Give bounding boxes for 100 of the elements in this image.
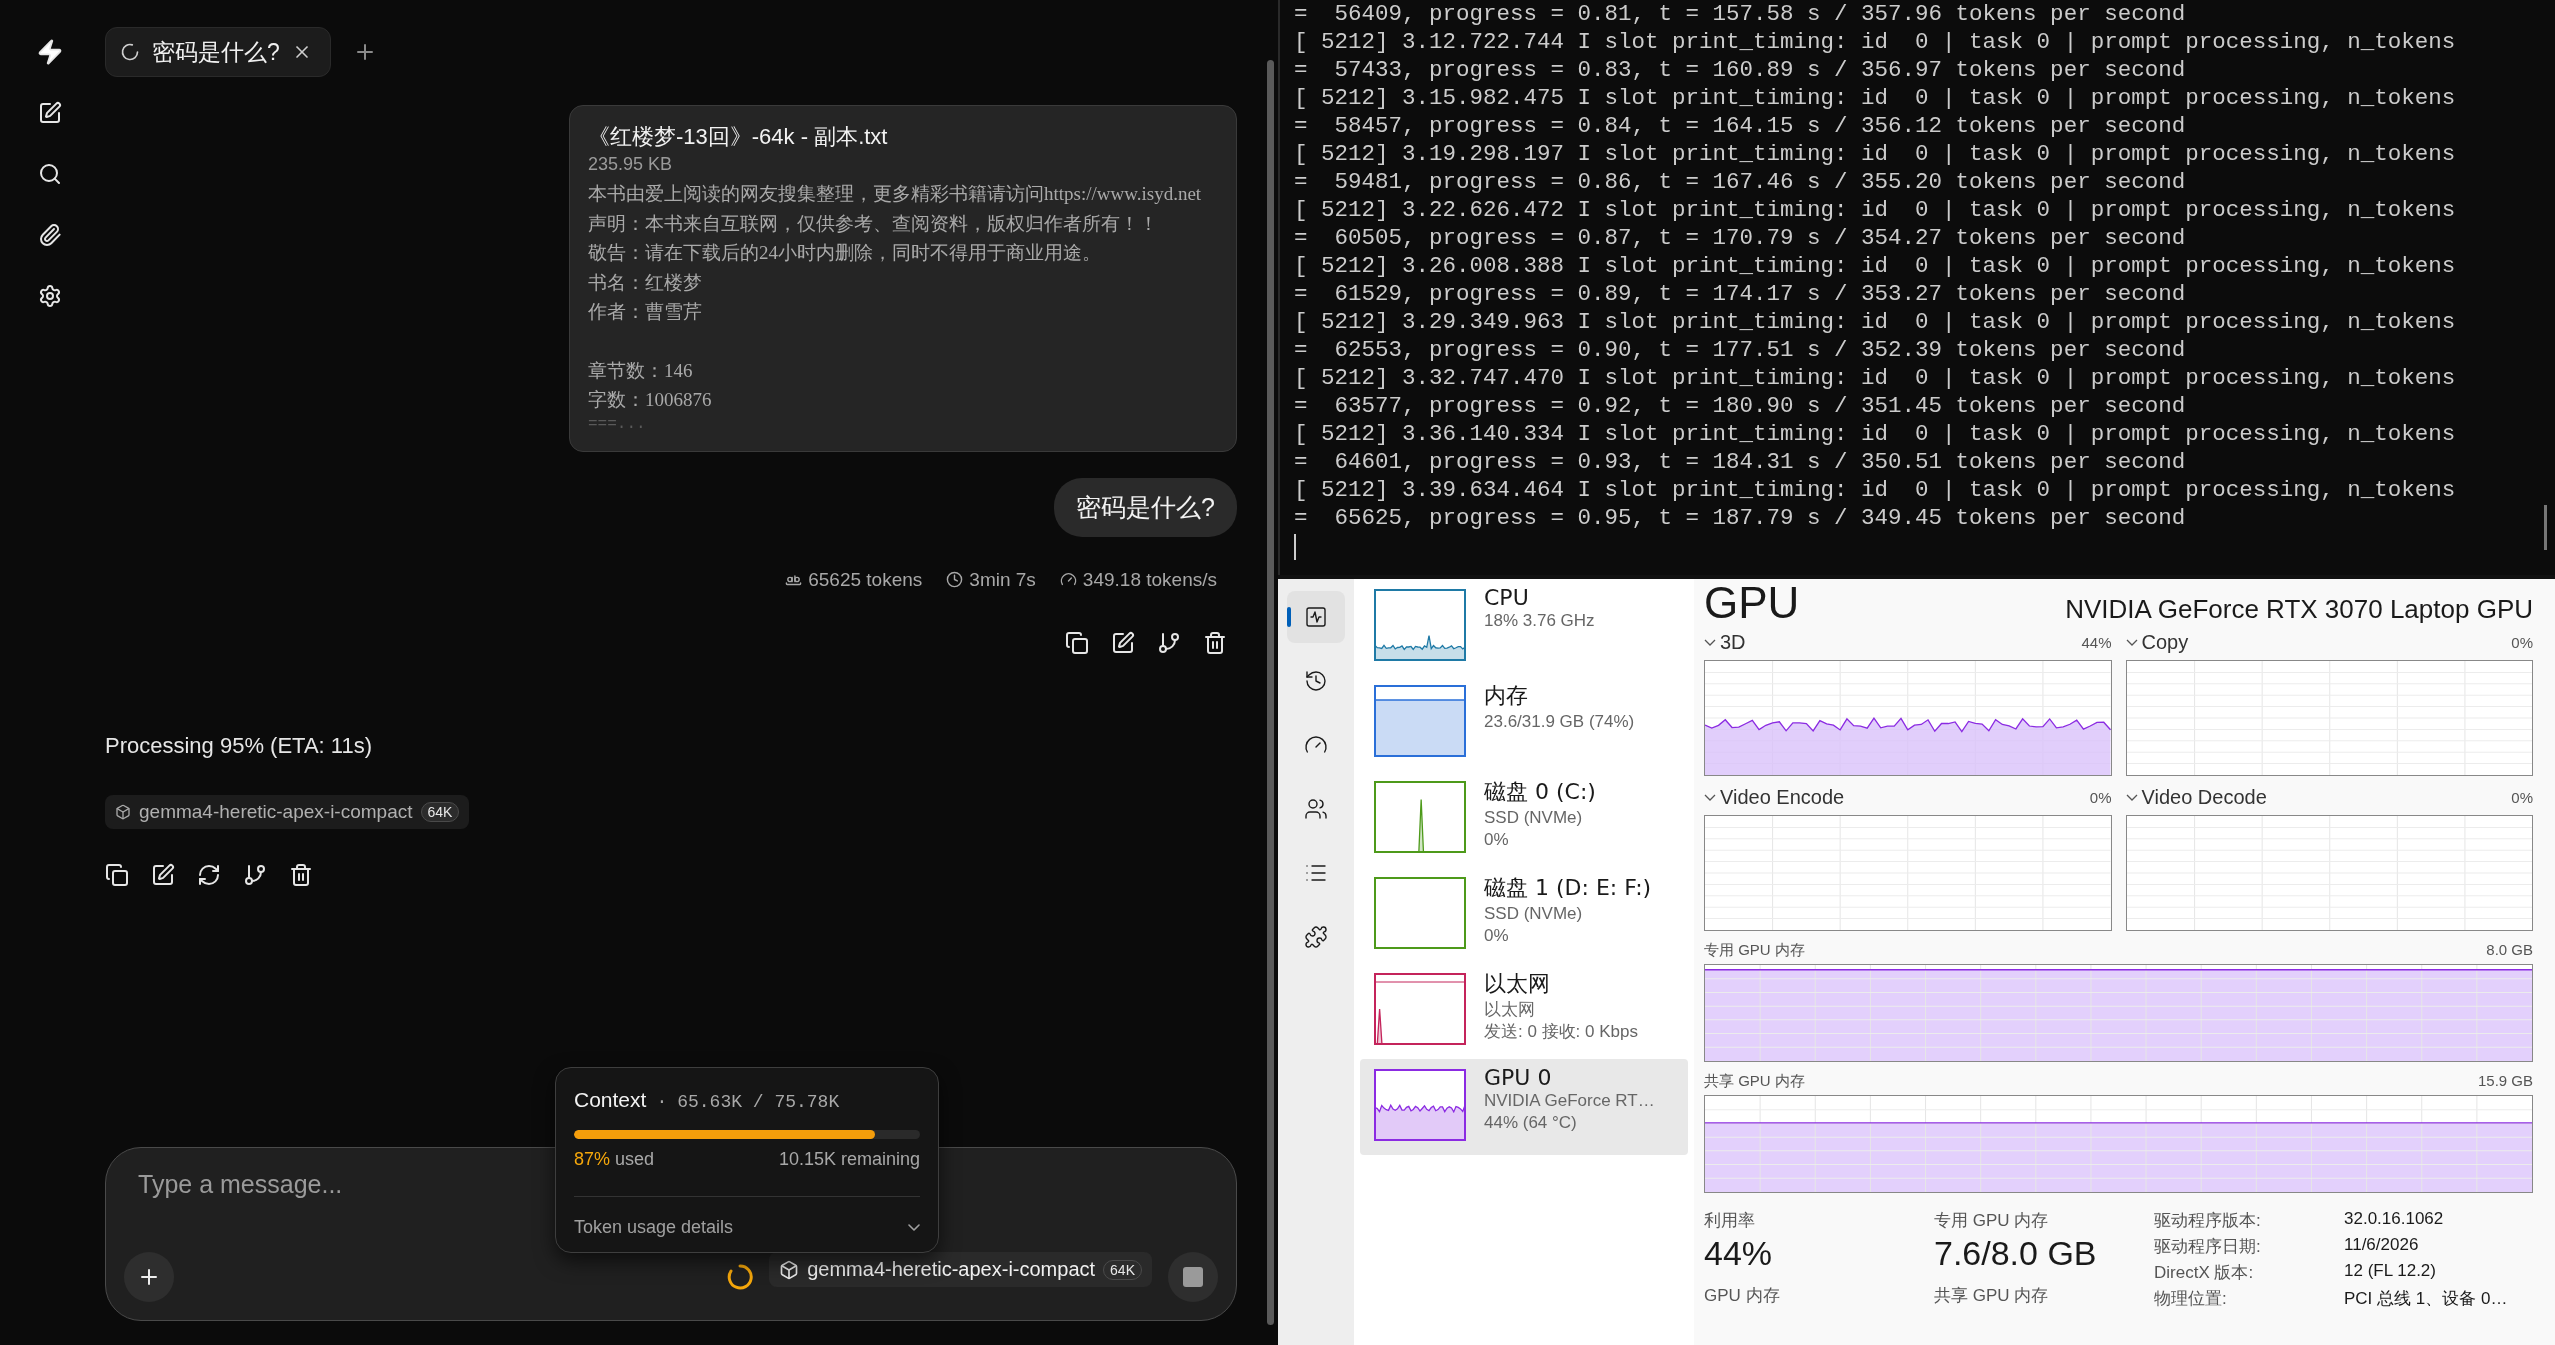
context-separator: · — [656, 1092, 668, 1112]
file-preview-line: 声明：本书来自互联网，仅供参考、查阅资料，版权归作者所有！！ — [588, 211, 1159, 236]
file-preview-line: 本书由爱上阅读的网友搜集整理，更多精彩书籍请访问https://www.isyd.net — [588, 182, 1203, 206]
chevron-down-icon — [1704, 794, 1716, 801]
delete-icon[interactable] — [289, 862, 313, 887]
terminal-line: [ 5212] 3.15.982.475 I slot print_timing: id 0 | task 0 | prompt processing, n_tokens — [1294, 84, 2456, 112]
stat-text: 65625 tokens — [808, 568, 923, 591]
file-name: 《红楼梦-13回》-64k - 副本.txt — [588, 123, 889, 151]
memory-max: 8.0 GB — [2486, 941, 2533, 960]
stat-text: 3min 7s — [969, 568, 1036, 591]
spinner-icon — [120, 42, 140, 62]
stop-button[interactable] — [1168, 1252, 1218, 1302]
device-name: 以太网 — [1484, 970, 1551, 998]
stat-label: 专用 GPU 内存 — [1934, 1210, 2050, 1232]
cube-icon — [115, 803, 131, 820]
cube-icon — [779, 1259, 800, 1280]
detail-title: GPU — [1704, 579, 1800, 627]
device-name: 磁盘 1 (D: E: F:) — [1484, 874, 1652, 902]
device-name: GPU 0 — [1484, 1065, 1553, 1090]
context-used: 87% used — [574, 1149, 655, 1170]
device-item[interactable]: GPU 0 NVIDIA GeForce RT… 44% (64 °C) — [1360, 1059, 1688, 1155]
nav-button[interactable] — [1287, 591, 1345, 643]
context-badge: 64K — [1103, 1259, 1142, 1280]
chevron-down-icon — [2125, 639, 2138, 646]
memory-label: 共享 GPU 内存 — [1704, 1072, 1805, 1091]
stat-label: 共享 GPU 内存 — [1934, 1285, 2050, 1307]
info-value: 12 (FL 12.2) — [2344, 1261, 2437, 1282]
chevron-down-icon — [908, 1224, 920, 1231]
context-remaining: 10.15K remaining — [778, 1149, 920, 1170]
info-value: 11/6/2026 — [2344, 1235, 2420, 1256]
edit-icon[interactable] — [1111, 630, 1135, 655]
device-detail: 发送: 0 接收: 0 Kbps — [1484, 1021, 1638, 1043]
stat-value: 7.6/8.0 GB — [1934, 1233, 2098, 1274]
device-detail: 以太网 — [1484, 999, 1536, 1021]
terminal-line: [ 5212] 3.36.140.334 I slot print_timing: id 0 | task 0 | prompt processing, n_tokens — [1294, 420, 2456, 448]
file-preview-line: 作者：曹雪芹 — [588, 300, 703, 324]
engine-selector[interactable]: Video Encode — [1704, 786, 1845, 809]
memory-max: 15.9 GB — [2477, 1072, 2533, 1091]
device-detail: NVIDIA GeForce RT… — [1484, 1090, 1655, 1112]
info-label: 物理位置: — [2154, 1288, 2228, 1310]
performance-icon — [1304, 605, 1328, 629]
model-name: gemma4-heretic-apex-i-compact — [139, 800, 413, 823]
info-label: 驱动程序日期: — [2154, 1236, 2262, 1258]
device-detail: 0% — [1484, 829, 1510, 851]
copy-icon[interactable] — [1065, 630, 1089, 655]
model-chip[interactable]: gemma4-heretic-apex-i-compact 64K — [769, 1252, 1152, 1287]
message-input[interactable]: Type a message... — [124, 1170, 1218, 1199]
attach-button[interactable] — [124, 1252, 174, 1302]
info-label: DirectX 版本: — [2154, 1262, 2255, 1284]
file-size: 235.95 KB — [588, 154, 674, 175]
device-detail: 23.6/31.9 GB (74%) — [1484, 711, 1635, 733]
clock-icon — [946, 571, 964, 588]
device-detail: 44% (64 °C) — [1484, 1112, 1578, 1134]
logo-icon[interactable] — [36, 38, 64, 66]
file-preview-more: ===... — [588, 414, 647, 433]
model-chip[interactable]: gemma4-heretic-apex-i-compact 64K — [105, 794, 470, 829]
terminal-line: [ 5212] 3.29.349.963 I slot print_timing: id 0 | task 0 | prompt processing, n_tokens — [1294, 308, 2456, 336]
regenerate-icon[interactable] — [197, 862, 221, 887]
terminal-line: = 57433, progress = 0.83, t = 160.89 s / 356.97 tokens per second — [1294, 56, 2186, 84]
gauge-icon — [1059, 571, 1077, 588]
terminal-line: [ 5212] 3.32.747.470 I slot print_timing: id 0 | task 0 | prompt processing, n_tokens — [1294, 364, 2456, 392]
terminal-line: = 61529, progress = 0.89, t = 174.17 s / 353.27 tokens per second — [1294, 280, 2186, 308]
info-value: 32.0.16.1062 — [2344, 1209, 2445, 1230]
terminal-line: [ 5212] 3.26.008.388 I slot print_timing: id 0 | task 0 | prompt processing, n_tokens — [1294, 252, 2456, 280]
file-preview-line: 书名：红楼梦 — [588, 270, 703, 295]
user-message: 密码是什么? — [1054, 477, 1237, 537]
delete-icon[interactable] — [1203, 630, 1227, 655]
terminal-line: = 60505, progress = 0.87, t = 170.79 s / 354.27 tokens per second — [1294, 224, 2186, 252]
token-details-toggle[interactable]: Token usage details — [574, 1217, 920, 1238]
terminal-line: = 64601, progress = 0.93, t = 184.31 s / 350.51 tokens per second — [1294, 448, 2186, 476]
branch-icon[interactable] — [1157, 630, 1181, 655]
device-detail: SSD (NVMe) — [1484, 903, 1584, 925]
device-detail: SSD (NVMe) — [1484, 807, 1584, 829]
scrollbar[interactable] — [1266, 60, 1274, 1325]
chat-tab[interactable]: 密码是什么? — [105, 27, 331, 77]
history-icon — [1304, 669, 1328, 693]
context-badge: 64K — [420, 801, 460, 822]
copy-icon[interactable] — [105, 862, 129, 887]
file-preview-line: 章节数：146 — [588, 358, 694, 383]
stat-text: 349.18 tokens/s — [1082, 568, 1217, 591]
device-name: 磁盘 0 (C:) — [1484, 778, 1596, 806]
engine-selector[interactable]: Copy — [2125, 631, 2189, 654]
info-label: 驱动程序版本: — [2154, 1210, 2262, 1232]
terminal-line: [ 5212] 3.19.298.197 I slot print_timing: id 0 | task 0 | prompt processing, n_tokens — [1294, 140, 2456, 168]
info-value: PCI 总线 1、设备 0… — [2344, 1288, 2509, 1310]
branch-icon[interactable] — [243, 862, 267, 887]
file-preview-line: 敬告：请在下载后的24小时内删除，同时不得用于商业用途。 — [588, 241, 1102, 265]
terminal-line: = 65625, progress = 0.95, t = 187.79 s / 349.45 tokens per second — [1294, 504, 2186, 532]
engine-selector[interactable]: 3D — [1704, 631, 1746, 654]
memory-label: 专用 GPU 内存 — [1704, 941, 1805, 960]
stat-label: GPU 内存 — [1704, 1285, 1781, 1307]
terminal-line: = 56409, progress = 0.81, t = 157.58 s / 357.96 tokens per second — [1294, 0, 2186, 28]
stat-label: 利用率 — [1704, 1210, 1756, 1232]
progress-ring-icon — [727, 1264, 754, 1290]
scrollbar[interactable] — [2544, 505, 2547, 550]
text-cursor — [1294, 534, 1296, 560]
terminal-line: = 62553, progress = 0.90, t = 177.51 s / 352.39 tokens per second — [1294, 336, 2186, 364]
users-icon — [1304, 797, 1328, 821]
engine-selector[interactable]: Video Decode — [2125, 786, 2267, 809]
edit-icon[interactable] — [151, 862, 175, 887]
